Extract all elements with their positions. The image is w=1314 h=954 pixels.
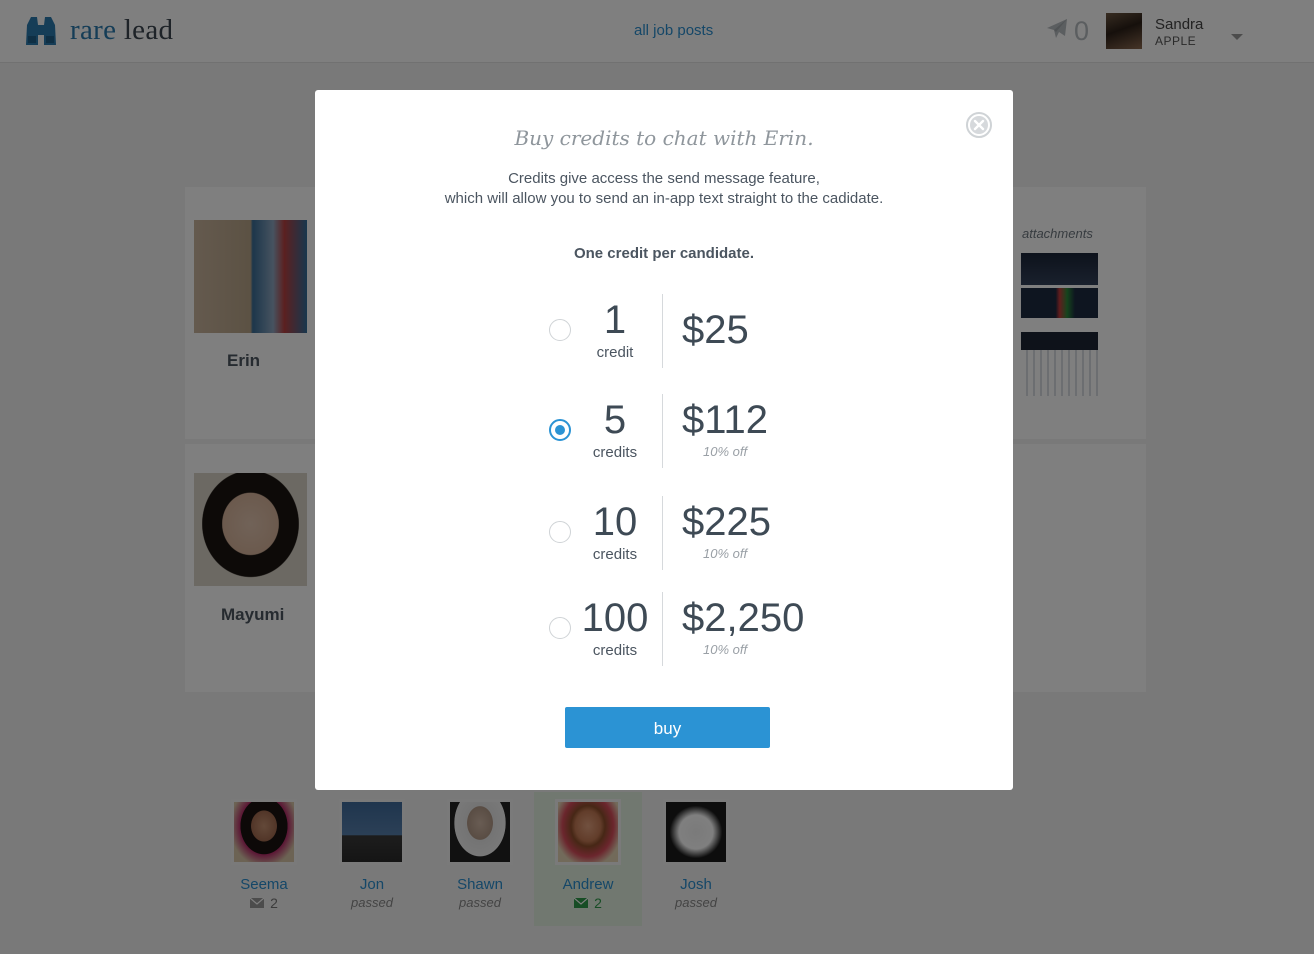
option-discount: 10% off bbox=[703, 444, 748, 459]
description-line: which will allow you to send an in-app t… bbox=[444, 190, 884, 207]
buy-button[interactable]: buy bbox=[565, 707, 770, 748]
option-divider bbox=[662, 294, 663, 368]
option-discount: 10% off bbox=[703, 546, 748, 561]
option-unit: credits bbox=[592, 444, 638, 461]
option-quantity: 5 bbox=[603, 398, 627, 442]
description-line: Credits give access the send message fea… bbox=[508, 170, 820, 187]
credit-option-5[interactable]: 5 credits $112 10% off bbox=[545, 394, 845, 468]
option-divider bbox=[662, 496, 663, 570]
credit-option-10[interactable]: 10 credits $225 10% off bbox=[545, 496, 845, 570]
option-divider bbox=[662, 592, 663, 666]
modal-description: Credits give access the send message fea… bbox=[315, 169, 1013, 209]
option-unit: credits bbox=[592, 546, 638, 563]
credit-option-radio[interactable] bbox=[549, 617, 571, 639]
credit-option-radio[interactable] bbox=[549, 419, 571, 441]
option-price: $2,250 bbox=[682, 596, 805, 640]
option-unit: credit bbox=[596, 344, 634, 361]
option-divider bbox=[662, 394, 663, 468]
option-unit: credits bbox=[592, 642, 638, 659]
credit-note: One credit per candidate. bbox=[573, 245, 755, 262]
option-price: $225 bbox=[682, 500, 771, 544]
modal-title: Buy credits to chat with Erin. bbox=[514, 126, 814, 150]
credit-option-radio[interactable] bbox=[549, 319, 571, 341]
option-quantity: 1 bbox=[603, 298, 627, 342]
option-discount: 10% off bbox=[703, 642, 748, 657]
buy-credits-modal: Buy credits to chat with Erin. Credits g… bbox=[315, 90, 1013, 790]
option-quantity: 10 bbox=[592, 500, 638, 544]
option-price: $25 bbox=[682, 308, 749, 352]
option-quantity: 100 bbox=[581, 596, 649, 640]
credit-option-radio[interactable] bbox=[549, 521, 571, 543]
credit-option-100[interactable]: 100 credits $2,250 10% off bbox=[545, 592, 845, 666]
credit-option-1[interactable]: 1 credit $25 bbox=[545, 294, 845, 368]
option-price: $112 bbox=[682, 398, 769, 442]
